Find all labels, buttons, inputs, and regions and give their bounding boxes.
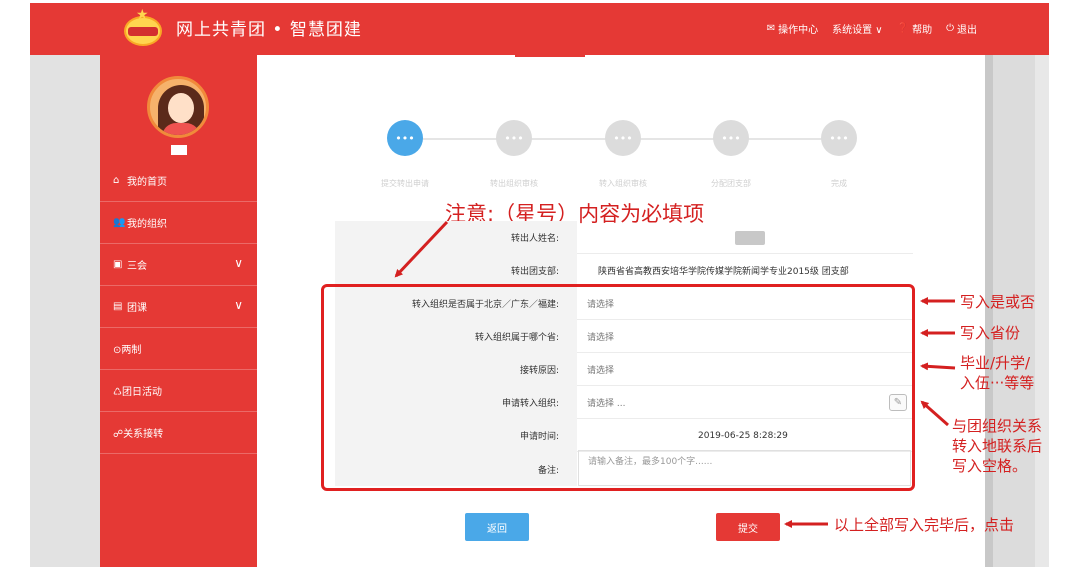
sidebar-item-label: ☍关系接转 xyxy=(113,429,164,440)
required-fields-highlight xyxy=(321,284,915,491)
youth-league-logo-icon: ★ xyxy=(122,8,164,48)
active-tab-indicator xyxy=(515,55,585,57)
annotation-organization-line-1: 与团组织关系 xyxy=(952,417,1043,435)
source-branch-value: 陕西省省高教西安培华学院传媒学院新闻学专业2015级 团支部 xyxy=(598,267,849,277)
annotation-organization-line-3: 写入空格。 xyxy=(952,457,1028,475)
user-name-redacted xyxy=(171,145,187,155)
sidebar-item-label: 我的组织 xyxy=(127,219,167,230)
sidebar: ⌂ 我的首页 👥 我的组织 ▣ 三会 ∨ ▤ 团课 ∨ ⊙两制 ♺团日活动 ☍关… xyxy=(100,55,257,567)
field-label: 转出团支部: xyxy=(335,254,577,287)
step-4-label: 分配团支部 xyxy=(711,179,751,188)
sidebar-item-two-systems[interactable]: ⊙两制 xyxy=(100,328,257,370)
annotation-yes-no: 写入是或否 xyxy=(960,293,1036,311)
sidebar-menu: ⌂ 我的首页 👥 我的组织 ▣ 三会 ∨ ▤ 团课 ∨ ⊙两制 ♺团日活动 ☍关… xyxy=(100,160,257,454)
annotation-reason-line-1: 毕业/升学/ xyxy=(960,354,1031,372)
nav-label: 帮助 xyxy=(912,25,933,36)
nav-help[interactable]: ❓ 帮助 xyxy=(897,21,932,36)
top-nav: ✉ 操作中心 系统设置 ∨ ❓ 帮助 ⏻ 退出 xyxy=(767,21,977,36)
app-title: 网上共青团 • 智慧团建 xyxy=(176,20,362,40)
back-button[interactable]: 返回 xyxy=(465,513,529,541)
folder-icon: ▤ xyxy=(113,301,123,312)
form-row-source-branch: 转出团支部: 陕西省省高教西安培华学院传媒学院新闻学专业2015级 团支部 xyxy=(335,254,913,287)
step-1-indicator: ••• xyxy=(387,120,423,156)
nav-label: 退出 xyxy=(957,25,977,36)
nav-operation-center[interactable]: ✉ 操作中心 xyxy=(767,21,818,36)
sidebar-item-three-meetings[interactable]: ▣ 三会 ∨ xyxy=(100,244,257,286)
sidebar-item-label: ⊙两制 xyxy=(113,345,142,356)
nav-logout[interactable]: ⏻ 退出 xyxy=(946,21,977,36)
background-left xyxy=(30,55,100,567)
step-3-indicator: ••• xyxy=(605,120,641,156)
step-5-label: 完成 xyxy=(831,179,847,188)
group-icon: 👥 xyxy=(113,217,126,228)
step-5-indicator: ••• xyxy=(821,120,857,156)
mail-icon: ✉ xyxy=(766,23,776,34)
redacted-name xyxy=(735,231,765,245)
sidebar-item-my-organization[interactable]: 👥 我的组织 xyxy=(100,202,257,244)
chevron-down-icon: ∨ xyxy=(234,298,243,312)
chevron-down-icon: ∨ xyxy=(234,256,243,270)
sidebar-item-label: ♺团日活动 xyxy=(113,387,162,398)
step-3-label: 转入组织审核 xyxy=(599,179,647,188)
step-2-indicator: ••• xyxy=(496,120,532,156)
annotation-submit: 以上全部写入完毕后，点击 xyxy=(834,516,1015,534)
power-icon: ⏻ xyxy=(946,23,954,34)
step-1-label: 提交转出申请 xyxy=(381,179,429,188)
sidebar-item-league-class[interactable]: ▤ 团课 ∨ xyxy=(100,286,257,328)
annotation-organization-line-2: 转入地联系后 xyxy=(952,437,1043,455)
form-row-transferor-name: 转出人姓名: xyxy=(335,221,913,254)
background-right-strip xyxy=(1035,55,1049,567)
help-icon: ❓ xyxy=(896,23,910,34)
field-label: 转出人姓名: xyxy=(335,221,577,254)
sidebar-item-label: 我的首页 xyxy=(127,177,167,188)
top-bar: ★ 网上共青团 • 智慧团建 ✉ 操作中心 系统设置 ∨ ❓ 帮助 ⏻ 退出 xyxy=(30,3,1049,55)
home-icon: ⌂ xyxy=(113,175,120,186)
sidebar-item-relation-transfer[interactable]: ☍关系接转 xyxy=(100,412,257,454)
sidebar-item-label: 三会 xyxy=(127,261,147,272)
nav-system-settings[interactable]: 系统设置 ∨ xyxy=(832,21,883,36)
sidebar-item-home[interactable]: ⌂ 我的首页 xyxy=(100,160,257,202)
sidebar-item-label: 团课 xyxy=(127,303,147,314)
annotation-reason-line-2: 入伍···等等 xyxy=(960,374,1035,392)
checkbox-icon: ▣ xyxy=(113,259,123,270)
step-2-label: 转出组织审核 xyxy=(490,179,538,188)
step-4-indicator: ••• xyxy=(713,120,749,156)
avatar[interactable] xyxy=(147,76,209,138)
nav-label: 系统设置 ∨ xyxy=(832,25,883,36)
submit-button[interactable]: 提交 xyxy=(716,513,780,541)
nav-label: 操作中心 xyxy=(778,25,819,36)
sidebar-item-league-day[interactable]: ♺团日活动 xyxy=(100,370,257,412)
annotation-province: 写入省份 xyxy=(960,324,1021,342)
